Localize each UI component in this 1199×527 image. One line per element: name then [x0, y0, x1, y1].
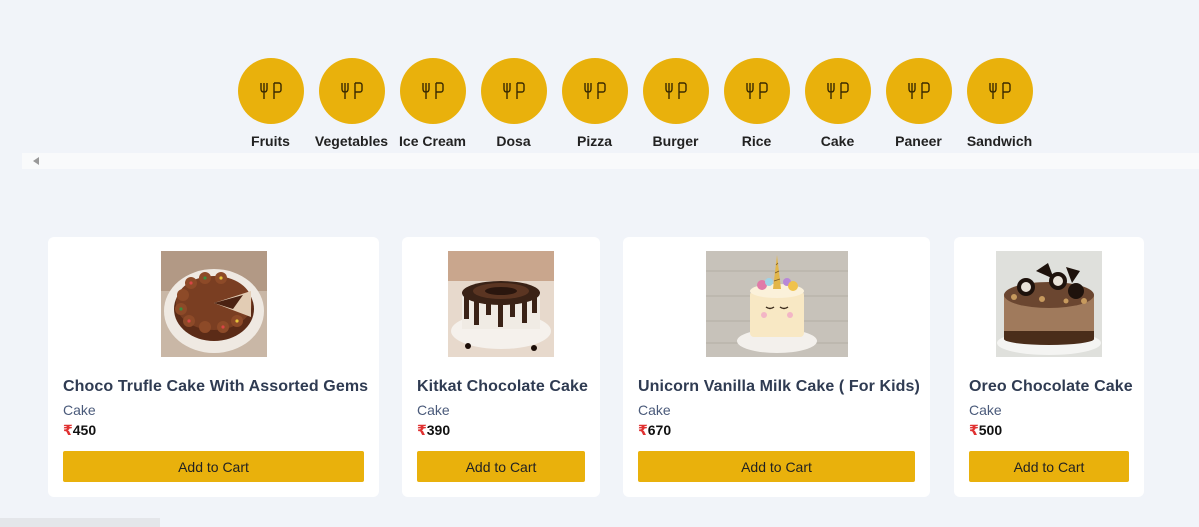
scroll-left-arrow-icon[interactable] [33, 157, 39, 165]
category-vegetables[interactable]: Vegetables [311, 58, 392, 149]
fork-knife-icon [318, 58, 385, 124]
category-fruits[interactable]: Fruits [230, 58, 311, 149]
category-ice-cream[interactable]: Ice Cream [392, 58, 473, 149]
product-price: ₹670 [638, 422, 915, 439]
product-title[interactable]: Choco Trufle Cake With Assorted Gems [63, 378, 368, 396]
category-burger[interactable]: Burger [635, 58, 716, 149]
category-rice[interactable]: Rice [716, 58, 797, 149]
rupee-symbol: ₹ [63, 422, 73, 438]
add-to-cart-button[interactable]: Add to Cart [417, 451, 585, 482]
product-card: Oreo Chocolate Cake Cake ₹500 Add to Car… [954, 237, 1144, 497]
category-label: Burger [652, 133, 699, 149]
product-category: Cake [969, 402, 1002, 418]
fork-knife-icon [885, 58, 952, 124]
price-value: 500 [978, 422, 1003, 438]
product-price: ₹390 [417, 422, 585, 439]
fork-knife-icon [642, 58, 709, 124]
product-image-oreo-chocolate-cake [996, 251, 1102, 357]
product-category: Cake [638, 402, 671, 418]
fork-knife-icon [723, 58, 790, 124]
category-list: Fruits Vegetables Ice Cream Dosa Pizza B… [230, 58, 1040, 149]
category-label: Pizza [576, 133, 612, 149]
product-image-kitkat-chocolate-cake [448, 251, 554, 357]
product-title[interactable]: Unicorn Vanilla Milk Cake ( For Kids) [638, 378, 920, 396]
product-price: ₹500 [969, 422, 1129, 439]
category-label: Paneer [895, 133, 942, 149]
rupee-symbol: ₹ [638, 422, 648, 438]
fork-knife-icon [966, 58, 1033, 124]
price-value: 390 [426, 422, 451, 438]
add-to-cart-button[interactable]: Add to Cart [63, 451, 364, 482]
category-label: Dosa [496, 133, 531, 149]
status-bar-url [0, 518, 160, 527]
price-value: 670 [647, 422, 672, 438]
rupee-symbol: ₹ [969, 422, 979, 438]
category-label: Fruits [251, 133, 290, 149]
product-category: Cake [417, 402, 450, 418]
rupee-symbol: ₹ [417, 422, 427, 438]
price-value: 450 [72, 422, 97, 438]
product-card: Kitkat Chocolate Cake Cake ₹390 Add to C… [402, 237, 600, 497]
category-sandwich[interactable]: Sandwich [959, 58, 1040, 149]
product-image-choco-truffle-cake [160, 251, 267, 357]
fork-knife-icon [399, 58, 466, 124]
product-card: Unicorn Vanilla Milk Cake ( For Kids) Ca… [623, 237, 930, 497]
product-category: Cake [63, 402, 96, 418]
fork-knife-icon [480, 58, 547, 124]
category-dosa[interactable]: Dosa [473, 58, 554, 149]
category-pizza[interactable]: Pizza [554, 58, 635, 149]
category-paneer[interactable]: Paneer [878, 58, 959, 149]
category-cake[interactable]: Cake [797, 58, 878, 149]
product-card: Choco Trufle Cake With Assorted Gems Cak… [48, 237, 379, 497]
product-title[interactable]: Oreo Chocolate Cake [969, 378, 1133, 396]
category-strip: Fruits Vegetables Ice Cream Dosa Pizza B… [0, 0, 1199, 170]
category-label: Vegetables [314, 133, 389, 149]
horizontal-scrollbar[interactable] [22, 153, 1199, 169]
category-label: Sandwich [966, 133, 1033, 149]
product-title[interactable]: Kitkat Chocolate Cake [417, 378, 588, 396]
fork-knife-icon [237, 58, 304, 124]
category-label: Ice Cream [399, 133, 466, 149]
product-grid: Choco Trufle Cake With Assorted Gems Cak… [0, 237, 1199, 497]
add-to-cart-button[interactable]: Add to Cart [638, 451, 915, 482]
product-image-unicorn-vanilla-cake [705, 251, 848, 357]
product-price: ₹450 [63, 422, 364, 439]
fork-knife-icon [804, 58, 871, 124]
category-label: Cake [820, 133, 855, 149]
add-to-cart-button[interactable]: Add to Cart [969, 451, 1129, 482]
fork-knife-icon [561, 58, 628, 124]
category-label: Rice [741, 133, 772, 149]
